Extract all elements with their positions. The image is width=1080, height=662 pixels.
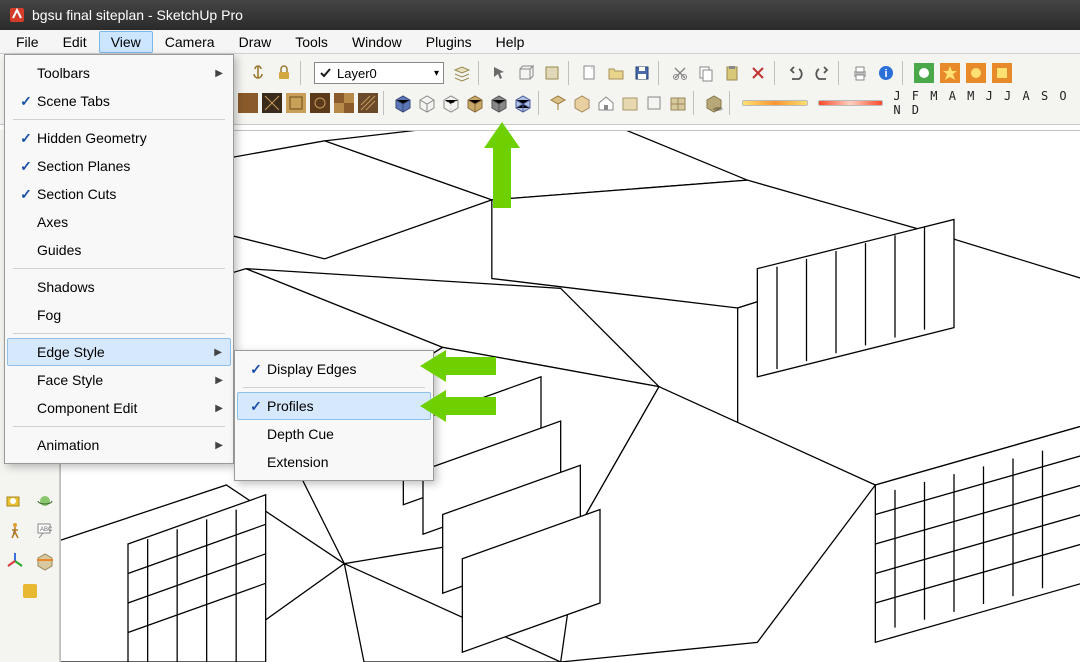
submenu-item-display-edges[interactable]: ✓Display Edges <box>237 355 431 383</box>
view-dropdown-menu: Toolbars▶ ✓Scene Tabs ✓Hidden Geometry ✓… <box>4 54 234 464</box>
menu-draw[interactable]: Draw <box>227 31 284 53</box>
svg-text:ABC: ABC <box>40 527 53 533</box>
section-tool-icon[interactable] <box>34 550 56 572</box>
style-swatch-3-icon[interactable] <box>261 91 283 115</box>
menu-item-scene-tabs[interactable]: ✓Scene Tabs <box>7 87 231 115</box>
orbit-icon[interactable] <box>34 490 56 512</box>
text-label-icon[interactable]: ABC <box>34 520 56 542</box>
paste-icon[interactable] <box>720 61 744 85</box>
style-swatch-2-icon[interactable] <box>237 91 259 115</box>
select-icon[interactable] <box>488 61 512 85</box>
render-green-icon[interactable] <box>912 61 936 85</box>
submenu-item-profiles[interactable]: ✓Profiles <box>237 392 431 420</box>
box-icon[interactable] <box>514 61 538 85</box>
info-icon[interactable]: i <box>874 61 898 85</box>
facestyle-texture-icon[interactable] <box>464 91 486 115</box>
camera-yellow-icon[interactable] <box>4 490 26 512</box>
print-icon[interactable] <box>848 61 872 85</box>
save-icon[interactable] <box>630 61 654 85</box>
style-swatch-7-icon[interactable] <box>357 91 379 115</box>
cut-icon[interactable] <box>668 61 692 85</box>
new-icon[interactable] <box>578 61 602 85</box>
menu-view[interactable]: View <box>99 31 153 53</box>
comp-box4-icon[interactable] <box>667 91 689 115</box>
menu-item-axes[interactable]: Axes <box>7 208 231 236</box>
menu-item-section-cuts[interactable]: ✓Section Cuts <box>7 180 231 208</box>
shadow-toggle-icon[interactable] <box>703 91 725 115</box>
menu-item-hidden-geometry[interactable]: ✓Hidden Geometry <box>7 124 231 152</box>
svg-text:i: i <box>884 68 887 80</box>
plugin-yellow-icon[interactable] <box>19 580 41 602</box>
menu-item-toolbars[interactable]: Toolbars▶ <box>7 59 231 87</box>
submenu-item-depth-cue[interactable]: Depth Cue <box>237 420 431 448</box>
style-swatch-6-icon[interactable] <box>333 91 355 115</box>
menu-plugins[interactable]: Plugins <box>414 31 484 53</box>
layers-window-icon[interactable] <box>450 61 474 85</box>
facestyle-xray-icon[interactable] <box>512 91 534 115</box>
component-icon[interactable] <box>540 61 564 85</box>
check-icon <box>319 66 333 80</box>
menu-camera[interactable]: Camera <box>153 31 227 53</box>
facestyle-shaded-icon[interactable] <box>392 91 414 115</box>
menu-item-component-edit[interactable]: Component Edit▶ <box>7 394 231 422</box>
menu-item-guides[interactable]: Guides <box>7 236 231 264</box>
menu-item-edge-style[interactable]: Edge Style▶ <box>7 338 231 366</box>
menu-help[interactable]: Help <box>484 31 537 53</box>
annotation-arrow-up <box>484 122 520 208</box>
dropdown-arrow-icon: ▾ <box>434 68 439 79</box>
open-icon[interactable] <box>604 61 628 85</box>
layer-selected-label: Layer0 <box>337 66 377 81</box>
facestyle-hidden-icon[interactable] <box>440 91 462 115</box>
sunpath-gradient-red[interactable] <box>818 100 884 106</box>
edge-style-submenu: ✓Display Edges ✓Profiles Depth Cue Exten… <box>234 350 434 481</box>
lock-icon[interactable] <box>272 61 296 85</box>
render-orange1-icon[interactable] <box>938 61 962 85</box>
comp-box1-icon[interactable] <box>571 91 593 115</box>
anchor-icon[interactable] <box>246 61 270 85</box>
menu-item-fog[interactable]: Fog <box>7 301 231 329</box>
undo-icon[interactable] <box>784 61 808 85</box>
submenu-item-extension[interactable]: Extension <box>237 448 431 476</box>
menu-item-face-style[interactable]: Face Style▶ <box>7 366 231 394</box>
window-titlebar: bgsu final siteplan - SketchUp Pro <box>0 0 1080 30</box>
menubar: File Edit View Camera Draw Tools Window … <box>0 30 1080 54</box>
annotation-arrow-left-2 <box>420 390 496 422</box>
menu-item-section-planes[interactable]: ✓Section Planes <box>7 152 231 180</box>
render-orange3-icon[interactable] <box>990 61 1014 85</box>
app-logo-icon <box>8 6 26 24</box>
axes-icon[interactable] <box>4 550 26 572</box>
facestyle-mono-icon[interactable] <box>488 91 510 115</box>
menu-file[interactable]: File <box>4 31 51 53</box>
comp-box2-icon[interactable] <box>619 91 641 115</box>
menu-item-animation[interactable]: Animation▶ <box>7 431 231 459</box>
menu-tools[interactable]: Tools <box>283 31 340 53</box>
layer-dropdown[interactable]: Layer0 ▾ <box>314 62 444 84</box>
copy-icon[interactable] <box>694 61 718 85</box>
comp-open-icon[interactable] <box>547 91 569 115</box>
annotation-arrow-left-1 <box>420 350 496 382</box>
menu-item-shadows[interactable]: Shadows <box>7 273 231 301</box>
style-swatch-4-icon[interactable] <box>285 91 307 115</box>
sunpath-gradient-yellow[interactable] <box>742 100 808 106</box>
menu-window[interactable]: Window <box>340 31 414 53</box>
menu-edit[interactable]: Edit <box>51 31 99 53</box>
delete-icon[interactable] <box>746 61 770 85</box>
redo-icon[interactable] <box>810 61 834 85</box>
window-title: bgsu final siteplan - SketchUp Pro <box>32 7 243 23</box>
facestyle-wireframe-icon[interactable] <box>416 91 438 115</box>
comp-box3-icon[interactable] <box>643 91 665 115</box>
month-labels: J F M A M J J A S O N D <box>893 89 1076 117</box>
style-swatch-5-icon[interactable] <box>309 91 331 115</box>
walk-icon[interactable] <box>4 520 26 542</box>
comp-house-icon[interactable] <box>595 91 617 115</box>
render-orange2-icon[interactable] <box>964 61 988 85</box>
